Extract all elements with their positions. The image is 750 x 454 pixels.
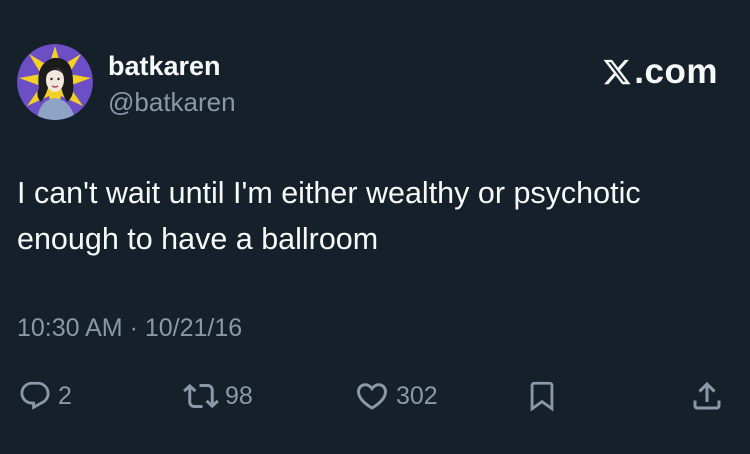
handle[interactable]: @batkaren bbox=[108, 86, 236, 118]
like-count: 302 bbox=[396, 382, 438, 410]
repost-count: 98 bbox=[225, 382, 253, 410]
repost-button[interactable]: 98 bbox=[183, 376, 253, 416]
avatar-illustration bbox=[17, 44, 93, 120]
repost-icon bbox=[183, 383, 219, 409]
share-button[interactable] bbox=[689, 376, 725, 416]
tweet-card: batkaren @batkaren .com I can't wait unt… bbox=[0, 0, 750, 454]
heart-icon bbox=[356, 383, 388, 410]
avatar[interactable] bbox=[17, 44, 93, 120]
share-icon bbox=[693, 381, 721, 410]
x-logo-icon bbox=[603, 59, 631, 85]
tweet-text: I can't wait until I'm either wealthy or… bbox=[17, 176, 641, 256]
reply-button[interactable]: 2 bbox=[18, 376, 72, 416]
reply-icon bbox=[20, 381, 50, 410]
brand-text: .com bbox=[634, 52, 718, 91]
display-name[interactable]: batkaren bbox=[108, 50, 221, 82]
x-brand: .com bbox=[602, 52, 718, 92]
bookmark-button[interactable] bbox=[525, 376, 559, 416]
like-button[interactable]: 302 bbox=[354, 376, 438, 416]
timestamp[interactable]: 10:30 AM · 10/21/16 bbox=[17, 312, 242, 344]
bookmark-icon bbox=[530, 381, 554, 412]
reply-count: 2 bbox=[58, 382, 72, 410]
